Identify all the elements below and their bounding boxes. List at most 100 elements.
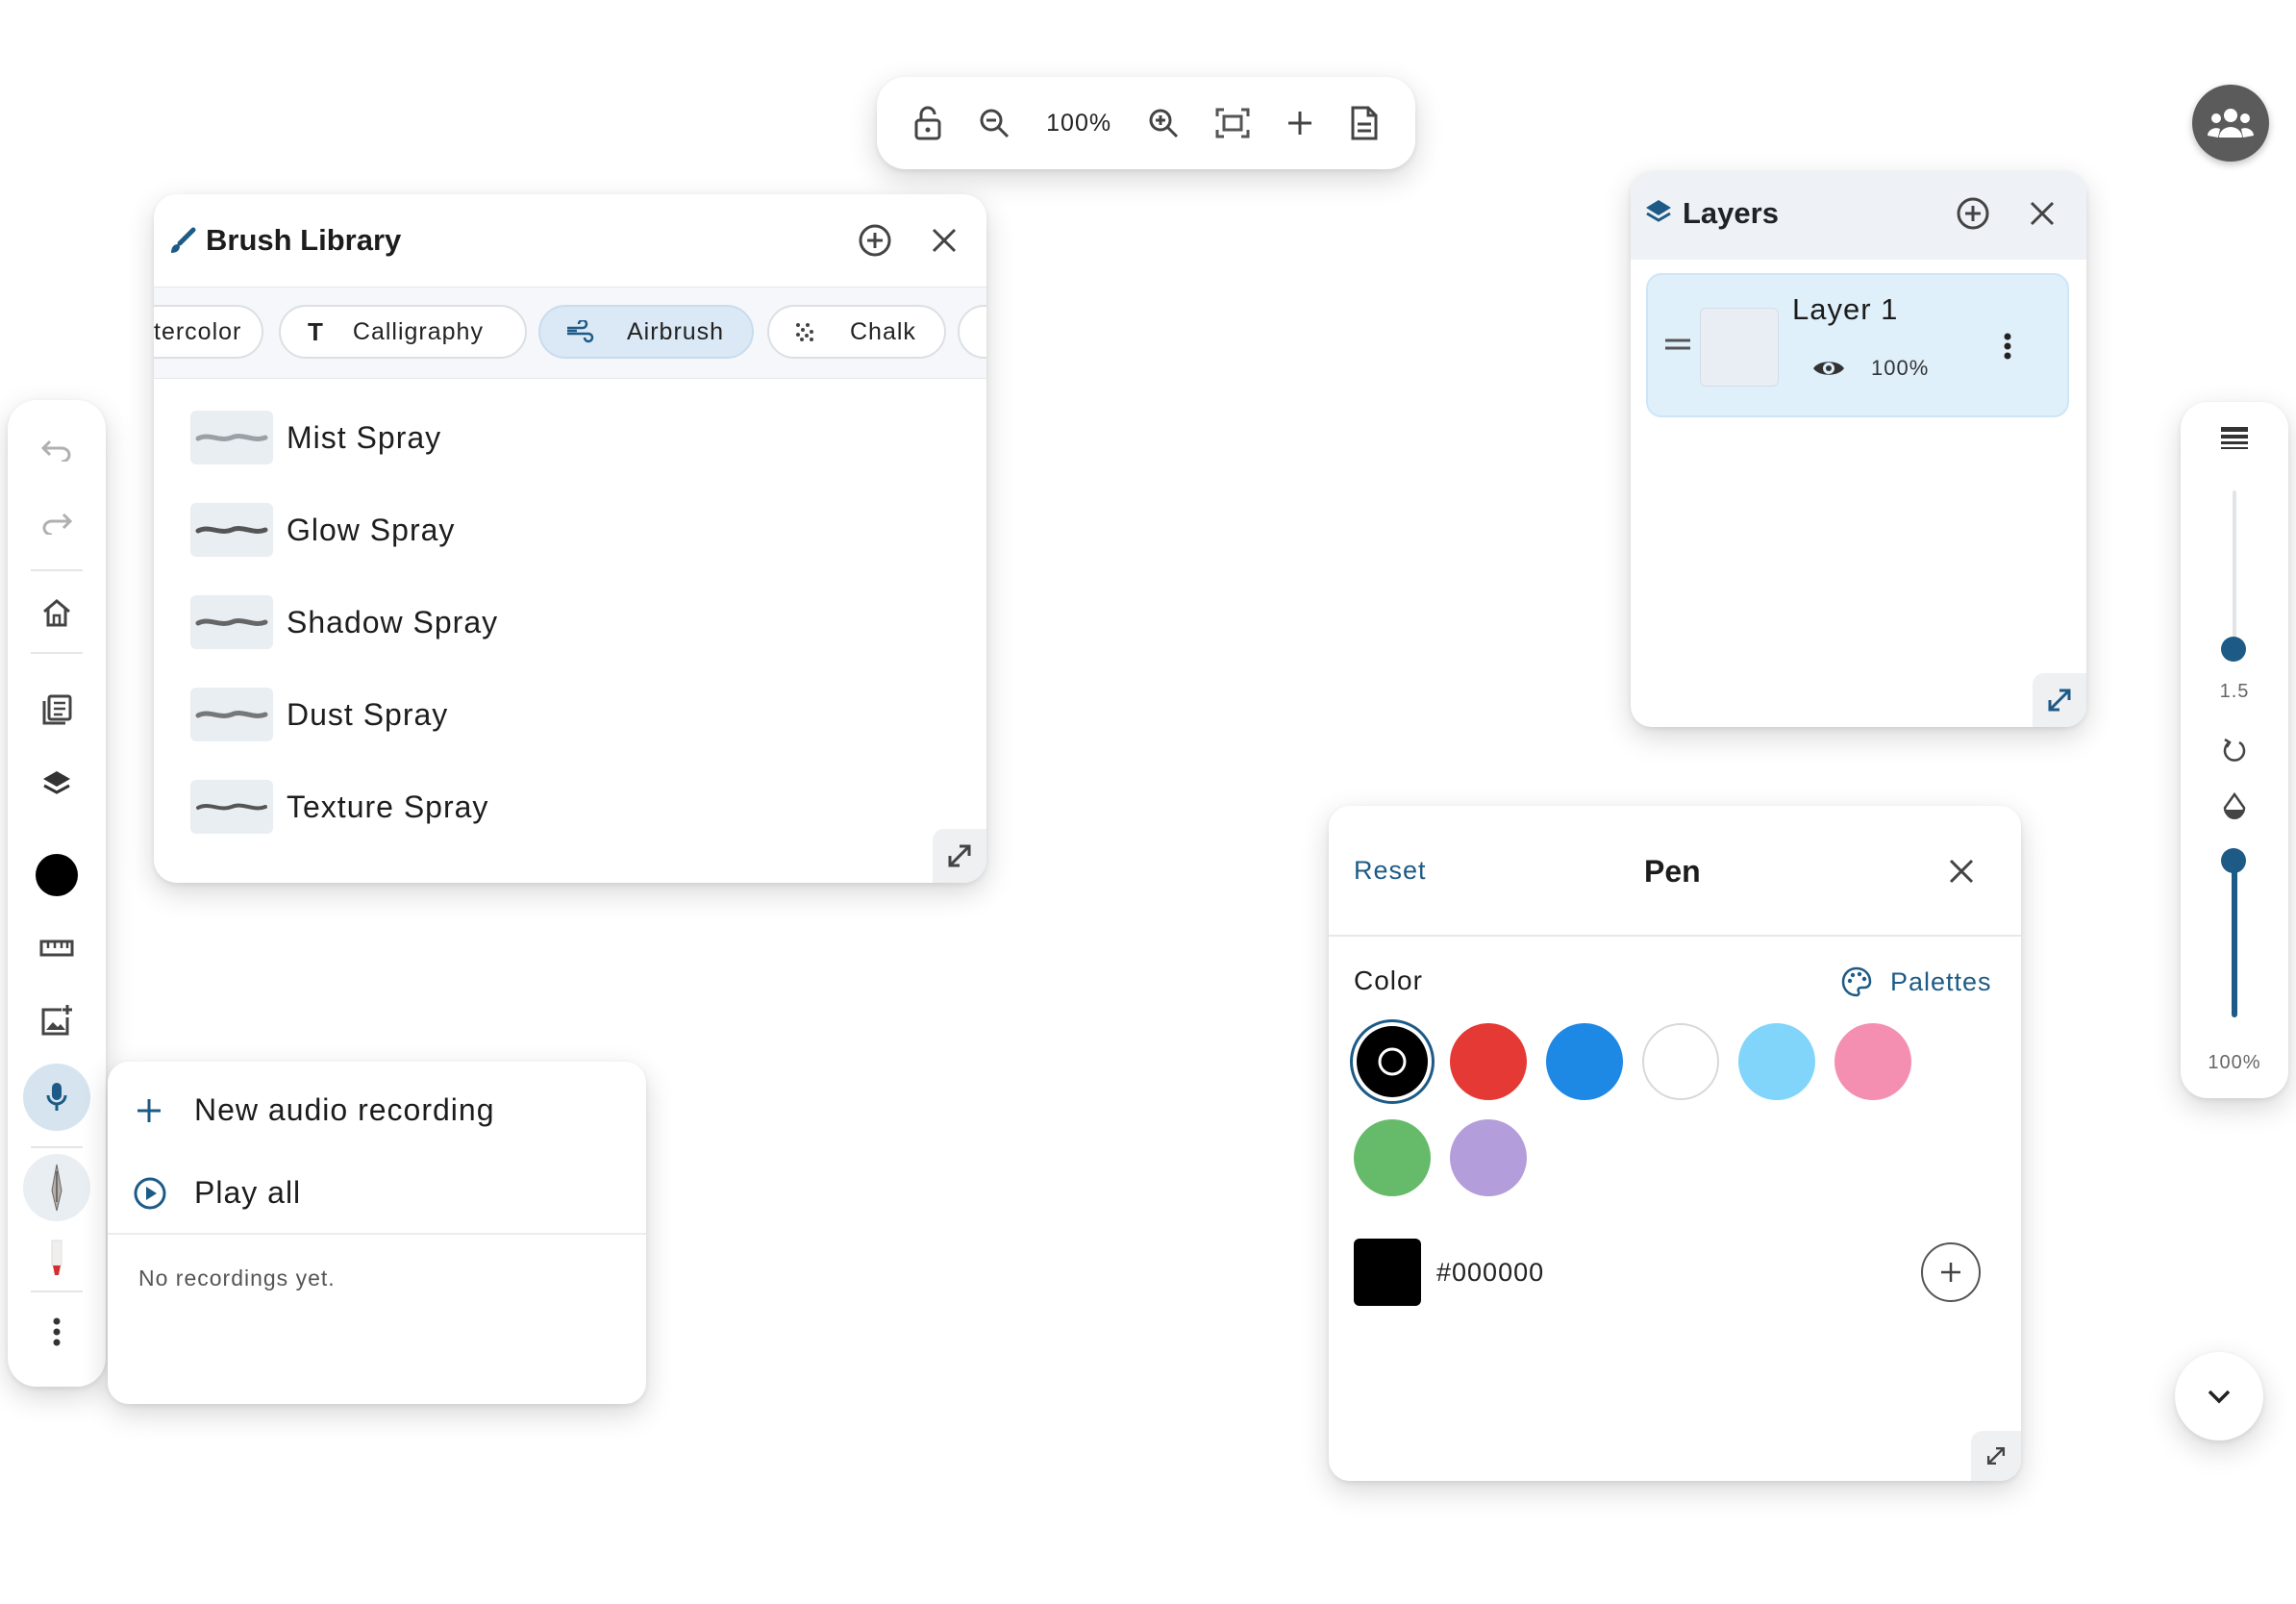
pages-button[interactable] [8,694,106,725]
collaborators-button[interactable] [2192,85,2269,162]
resize-handle-icon[interactable] [933,829,986,883]
chip-chalk[interactable]: Chalk [767,305,946,359]
ruler-button[interactable] [8,939,106,958]
add-image-button[interactable] [8,1004,106,1037]
undo-button[interactable] [8,439,106,462]
divider [31,652,83,654]
marker-tool-button[interactable] [8,1239,106,1277]
add-layer-icon[interactable] [1956,196,1990,231]
size-slider-thumb[interactable] [2221,637,2246,662]
line-weight-icon[interactable] [2221,427,2248,450]
close-icon[interactable] [1948,858,1975,885]
unlock-icon[interactable] [913,106,942,140]
fit-screen-icon[interactable] [1215,108,1250,138]
drag-handle-icon[interactable] [1665,338,1690,350]
brush-item[interactable]: Glow Spray [190,502,455,558]
size-slider-track[interactable] [2233,490,2236,644]
play-all-button[interactable]: Play all [133,1175,301,1211]
pages-icon [41,694,72,725]
layers-icon [1644,198,1673,227]
pen-tool-button[interactable] [8,1154,106,1221]
palettes-label: Palettes [1890,966,1992,996]
redo-button[interactable] [8,512,106,535]
reset-button[interactable]: Reset [1354,856,1427,886]
undo-icon [40,439,73,462]
divider [31,1291,83,1292]
zoom-out-icon[interactable] [978,107,1011,139]
play-all-label: Play all [194,1175,302,1210]
top-toolbar: 100% [877,77,1415,169]
brush-preview [190,780,273,834]
marker-icon [50,1239,63,1277]
color-swatch-purple[interactable] [1450,1119,1527,1196]
audio-button[interactable] [8,1064,106,1131]
ruler-icon [39,939,74,958]
layer-thumbnail [1700,308,1779,387]
chip-airbrush[interactable]: Airbrush [538,305,754,359]
close-icon[interactable] [2029,200,2056,227]
brush-item[interactable]: Shadow Spray [190,594,498,650]
more-button[interactable] [8,1317,106,1346]
zoom-level[interactable]: 100% [1046,110,1111,138]
reset-rotation-icon[interactable] [2221,737,2248,764]
color-swatch-blue[interactable] [1546,1023,1623,1100]
resize-handle-icon[interactable] [2033,673,2086,727]
opacity-drop-icon [2221,792,2248,821]
brush-item[interactable]: Dust Spray [190,687,448,742]
more-vertical-icon[interactable] [2004,333,2011,360]
left-toolbar [8,400,106,1387]
new-recording-button[interactable]: New audio recording [135,1092,495,1128]
play-circle-icon [133,1176,167,1211]
hex-value[interactable]: #000000 [1436,1258,1544,1288]
current-color-swatch [36,854,78,896]
brush-item[interactable]: Texture Spray [190,779,488,835]
microphone-icon [45,1081,68,1114]
pen-tool-bg [23,1154,90,1221]
layer-opacity: 100% [1871,356,1930,380]
layer-row[interactable]: Layer 1 100% [1646,273,2069,417]
color-swatch-pink[interactable] [1834,1023,1911,1100]
add-image-icon [40,1004,73,1037]
panel-title: Brush Library [206,223,402,257]
home-button[interactable] [8,598,106,627]
palettes-button[interactable]: Palettes [1840,965,1992,998]
group-icon [2207,107,2255,139]
empty-state-text: No recordings yet. [138,1266,336,1291]
color-button[interactable] [8,854,106,896]
brush-name: Mist Spray [287,419,442,455]
close-icon[interactable] [931,227,958,254]
color-swatch-light-blue[interactable] [1738,1023,1815,1100]
layers-icon [41,769,72,798]
brush-preview [190,595,273,649]
collapse-button[interactable] [2175,1352,2263,1441]
color-swatch-green[interactable] [1354,1119,1431,1196]
brush-icon [167,227,196,256]
current-color-swatch[interactable] [1354,1239,1421,1306]
document-icon[interactable] [1350,106,1379,140]
color-swatch-white[interactable] [1642,1023,1719,1100]
panel-title: Layers [1683,196,1779,230]
brush-item[interactable]: Mist Spray [190,410,441,465]
brush-name: Glow Spray [287,512,456,547]
add-color-button[interactable] [1921,1242,1981,1302]
brush-library-panel: Brush Library tercolor T Calligraphy Air… [154,194,986,883]
layers-panel: Layers Layer 1 100% [1631,171,2086,727]
text-t-icon: T [308,316,324,346]
plus-icon [135,1096,163,1125]
chip-calligraphy[interactable]: T Calligraphy [279,305,527,359]
resize-handle-icon[interactable] [1971,1431,2021,1481]
size-value: 1.5 [2219,681,2250,702]
layers-button[interactable] [8,769,106,798]
redo-icon [40,512,73,535]
color-swatch-black[interactable] [1357,1026,1428,1097]
add-circle-icon[interactable] [858,223,892,258]
opacity-slider-thumb[interactable] [2221,848,2246,873]
brush-name: Shadow Spray [287,604,499,639]
chip-watercolor[interactable]: tercolor [154,305,263,359]
zoom-in-icon[interactable] [1147,107,1180,139]
divider [31,1146,83,1148]
add-icon[interactable] [1285,109,1314,138]
color-swatch-red[interactable] [1450,1023,1527,1100]
chip-more[interactable] [958,305,986,359]
visibility-eye-icon[interactable] [1811,358,1846,379]
